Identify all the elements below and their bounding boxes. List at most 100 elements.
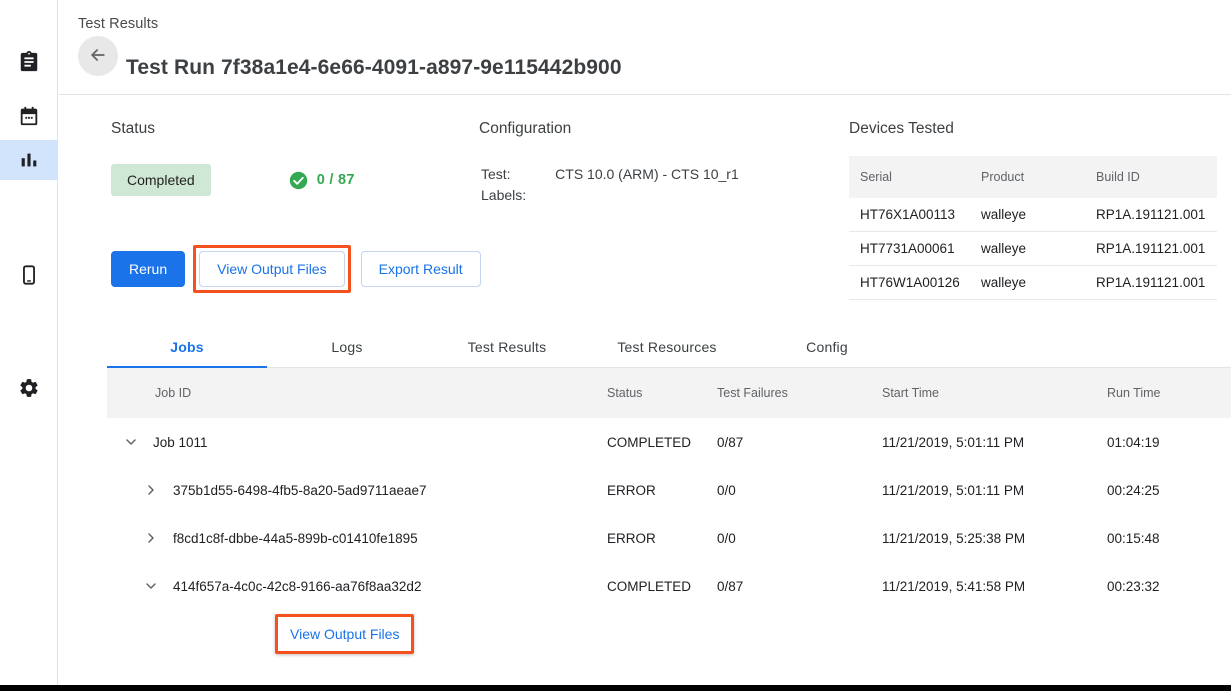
table-row: HT76X1A00113 walleye RP1A.191121.001 (849, 198, 1217, 232)
configuration-row-labels: Labels: (481, 187, 739, 206)
chevron-down-icon[interactable] (139, 574, 163, 598)
view-output-files-button[interactable]: View Output Files (199, 251, 344, 287)
device-serial: HT76X1A00113 (849, 198, 981, 232)
attempt-view-output-files-highlight: View Output Files (275, 614, 414, 654)
device-build: RP1A.191121.001 (1096, 232, 1217, 266)
table-row: HT7731A00061 walleye RP1A.191121.001 (849, 232, 1217, 266)
back-button[interactable] (78, 36, 118, 76)
configuration-heading: Configuration (479, 120, 879, 138)
devices-col-buildid: Build ID (1096, 156, 1217, 198)
device-build: RP1A.191121.001 (1096, 266, 1217, 300)
jobs-table: Job ID Status Test Failures Start Time R… (107, 368, 1231, 658)
job-failures: 0/87 (717, 435, 882, 450)
page-title: Test Run 7f38a1e4-6e66-4091-a897-9e11544… (126, 56, 622, 80)
job-id-cell: f8cd1c8f-dbbe-44a5-899b-c01410fe1895 (107, 526, 607, 550)
action-buttons: Rerun View Output Files Export Result (111, 245, 481, 293)
table-row[interactable]: f8cd1c8f-dbbe-44a5-899b-c01410fe1895 ERR… (107, 514, 1231, 562)
jobs-col-jobid: Job ID (107, 386, 607, 400)
job-start-time: 11/21/2019, 5:01:11 PM (882, 483, 1107, 498)
device-product: walleye (981, 266, 1096, 300)
jobs-table-header-row: Job ID Status Test Failures Start Time R… (107, 368, 1231, 418)
arrow-left-icon (88, 45, 108, 68)
page-content: Status Completed 0 / 87 Rerun View (59, 96, 1231, 685)
configuration-table: Test: CTS 10.0 (ARM) - CTS 10_r1 Labels: (479, 164, 741, 208)
count-text: 0 / 87 (317, 172, 355, 188)
job-run-time: 00:15:48 (1107, 531, 1227, 546)
job-id-text: f8cd1c8f-dbbe-44a5-899b-c01410fe1895 (173, 531, 418, 546)
breadcrumb: Test Results (78, 16, 158, 32)
configuration-row-test: Test: CTS 10.0 (ARM) - CTS 10_r1 (481, 166, 739, 185)
tab-jobs[interactable]: Jobs (107, 326, 267, 368)
device-build: RP1A.191121.001 (1096, 198, 1217, 232)
bar-chart-icon (18, 149, 40, 171)
job-status: ERROR (607, 483, 717, 498)
devices-table-header-row: Serial Product Build ID (849, 156, 1217, 198)
table-row[interactable]: 414f657a-4c0c-42c8-9166-aa76f8aa32d2 COM… (107, 562, 1231, 610)
tab-test-results[interactable]: Test Results (427, 326, 587, 368)
check-circle-icon (289, 171, 308, 190)
clipboard-icon (18, 51, 40, 73)
jobs-col-status: Status (607, 386, 717, 400)
job-start-time: 11/21/2019, 5:01:11 PM (882, 435, 1107, 450)
job-id-cell: 375b1d55-6498-4fb5-8a20-5ad9711aeae7 (107, 478, 607, 502)
tab-config[interactable]: Config (747, 326, 907, 368)
page-header: Test Results Test Run 7f38a1e4-6e66-4091… (59, 0, 1231, 95)
tab-test-resources[interactable]: Test Resources (587, 326, 747, 368)
configuration-key-test: Test: (481, 166, 553, 185)
configuration-value-labels (555, 187, 739, 206)
job-id-text: 375b1d55-6498-4fb5-8a20-5ad9711aeae7 (173, 483, 426, 498)
chevron-down-icon[interactable] (119, 430, 143, 454)
device-serial: HT7731A00061 (849, 232, 981, 266)
job-id-cell: 414f657a-4c0c-42c8-9166-aa76f8aa32d2 (107, 574, 607, 598)
sidebar-item-calendar[interactable] (0, 96, 58, 136)
sidebar-item-results[interactable] (0, 140, 58, 180)
job-failures: 0/87 (717, 579, 882, 594)
tab-logs[interactable]: Logs (267, 326, 427, 368)
job-failures: 0/0 (717, 531, 882, 546)
configuration-key-labels: Labels: (481, 187, 553, 206)
chevron-right-icon[interactable] (139, 526, 163, 550)
device-product: walleye (981, 198, 1096, 232)
sidebar-item-settings[interactable] (0, 368, 58, 408)
job-id-text: Job 1011 (153, 435, 208, 450)
jobs-col-failures: Test Failures (717, 386, 882, 400)
export-result-button[interactable]: Export Result (361, 251, 481, 287)
device-product: walleye (981, 232, 1096, 266)
table-row[interactable]: Job 1011 COMPLETED 0/87 11/21/2019, 5:01… (107, 418, 1231, 466)
sidebar-item-devices[interactable] (0, 255, 58, 295)
job-run-time: 01:04:19 (1107, 435, 1227, 450)
job-status: COMPLETED (607, 435, 717, 450)
sidebar-item-clipboard[interactable] (0, 42, 58, 82)
sidebar-rail (0, 0, 58, 685)
bottom-bar (0, 685, 1231, 691)
job-start-time: 11/21/2019, 5:41:58 PM (882, 579, 1107, 594)
expanded-attempt-panel: View Output Files (107, 610, 1231, 658)
device-serial: HT76W1A00126 (849, 266, 981, 300)
devices-tested-heading: Devices Tested (849, 120, 1217, 138)
status-section: Status Completed 0 / 87 (111, 120, 471, 196)
table-row[interactable]: 375b1d55-6498-4fb5-8a20-5ad9711aeae7 ERR… (107, 466, 1231, 514)
test-results-count: 0 / 87 (289, 171, 355, 190)
view-output-files-highlight: View Output Files (193, 245, 350, 293)
jobs-col-runtime: Run Time (1107, 386, 1227, 400)
status-row: Completed 0 / 87 (111, 164, 471, 196)
rerun-button[interactable]: Rerun (111, 251, 185, 287)
job-id-text: 414f657a-4c0c-42c8-9166-aa76f8aa32d2 (173, 579, 421, 594)
job-run-time: 00:24:25 (1107, 483, 1227, 498)
job-start-time: 11/21/2019, 5:25:38 PM (882, 531, 1107, 546)
status-heading: Status (111, 120, 471, 138)
attempt-view-output-files-button[interactable]: View Output Files (280, 619, 409, 649)
job-status: ERROR (607, 531, 717, 546)
calendar-icon (18, 105, 40, 127)
jobs-col-start: Start Time (882, 386, 1107, 400)
job-id-cell: Job 1011 (107, 430, 607, 454)
app-root: Test Results Test Run 7f38a1e4-6e66-4091… (0, 0, 1231, 691)
status-badge: Completed (111, 164, 211, 196)
phone-icon (18, 264, 40, 286)
table-row: HT76W1A00126 walleye RP1A.191121.001 (849, 266, 1217, 300)
devices-col-product: Product (981, 156, 1096, 198)
chevron-right-icon[interactable] (139, 478, 163, 502)
gear-icon (18, 377, 40, 399)
configuration-section: Configuration Test: CTS 10.0 (ARM) - CTS… (479, 120, 879, 208)
devices-table: Serial Product Build ID HT76X1A00113 wal… (849, 156, 1217, 300)
